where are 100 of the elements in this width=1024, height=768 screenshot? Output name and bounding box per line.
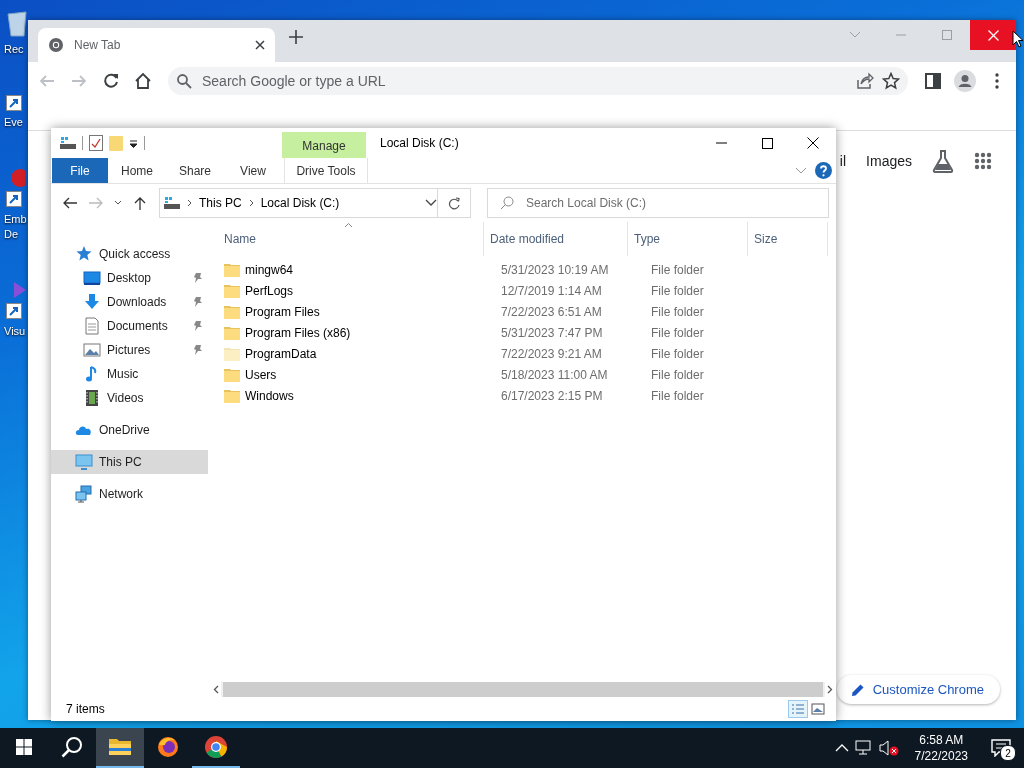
close-icon[interactable] xyxy=(255,40,265,50)
nav-item[interactable]: Music xyxy=(51,362,208,386)
chevron-down-icon xyxy=(849,31,861,39)
nav-link[interactable]: Images xyxy=(866,153,912,169)
file-name[interactable]: PerfLogs xyxy=(245,283,294,298)
scroll-left-icon[interactable] xyxy=(213,685,219,694)
profile-button[interactable] xyxy=(954,70,976,92)
properties-icon[interactable] xyxy=(89,135,103,151)
dropdown-caret-icon[interactable] xyxy=(129,138,138,148)
up-arrow-icon xyxy=(133,196,147,210)
dropdown-chevron-icon[interactable] xyxy=(425,199,437,207)
star-icon xyxy=(75,245,93,263)
browser-tab[interactable]: New Tab xyxy=(38,28,275,62)
pictures-icon xyxy=(83,341,101,359)
expand-ribbon-icon[interactable] xyxy=(795,166,807,175)
pencil-icon xyxy=(850,682,865,697)
ribbon-group-label: Manage xyxy=(282,132,366,158)
nav-item[interactable]: Pictures xyxy=(51,338,208,362)
back-arrow-icon xyxy=(62,196,78,210)
address-bar[interactable]: This PC Local Disk (C:) xyxy=(159,188,471,218)
breadcrumb-item[interactable]: Local Disk (C:) xyxy=(260,196,340,210)
volume-muted-icon[interactable] xyxy=(878,740,899,756)
chevron-right-icon xyxy=(248,199,254,207)
network-icon[interactable] xyxy=(854,740,873,756)
windows-logo-icon xyxy=(16,739,32,755)
refresh-icon[interactable] xyxy=(448,196,460,210)
help-icon[interactable] xyxy=(815,162,832,179)
window-title: Local Disk (C:) xyxy=(379,135,459,152)
date-cell: 12/7/2019 1:14 AM xyxy=(501,283,602,298)
column-header[interactable]: Type xyxy=(628,222,748,256)
side-panel-button[interactable] xyxy=(922,70,944,92)
profile-avatar-icon xyxy=(954,70,976,92)
nav-item[interactable]: Desktop xyxy=(51,266,208,290)
ribbon-tab[interactable]: Share xyxy=(166,158,224,183)
file-name[interactable]: Program Files (x86) xyxy=(245,325,351,340)
flask-icon[interactable] xyxy=(932,149,954,173)
taskbar-app-button[interactable] xyxy=(96,728,144,768)
file-name[interactable]: mingw64 xyxy=(245,262,294,277)
recycle-bin-icon xyxy=(6,8,28,38)
apps-grid-icon[interactable] xyxy=(974,152,992,170)
address-field[interactable]: Search Google or type a URL xyxy=(200,72,848,90)
file-name[interactable]: Windows xyxy=(245,388,294,403)
forward-arrow-icon xyxy=(88,196,104,210)
reload-icon xyxy=(102,72,120,90)
mouse-pointer-icon xyxy=(1012,30,1024,48)
close-icon xyxy=(807,137,819,149)
large-icons-view-icon xyxy=(811,703,825,715)
type-cell: File folder xyxy=(651,346,704,361)
search-box[interactable]: Search Local Disk (C:) xyxy=(487,188,829,218)
close-button[interactable] xyxy=(970,20,1016,50)
large-icons-view-button[interactable] xyxy=(808,700,828,718)
date-cell: 6/17/2023 2:15 PM xyxy=(501,388,603,403)
new-tab-icon[interactable] xyxy=(289,30,303,44)
firefox-icon xyxy=(156,735,180,759)
desktop-icon-label: Visu xyxy=(4,324,26,339)
clock-time[interactable]: 6:58 AM xyxy=(919,732,964,748)
date-cell: 5/31/2023 7:47 PM xyxy=(501,325,603,340)
chevron-up-icon[interactable] xyxy=(834,744,849,752)
ribbon-tab[interactable]: Home xyxy=(108,158,166,183)
nav-item[interactable]: Network xyxy=(51,482,208,506)
nav-item[interactable]: Quick access xyxy=(51,242,208,266)
file-menu-tab[interactable]: File xyxy=(52,158,108,183)
nav-item[interactable]: OneDrive xyxy=(51,418,208,442)
scroll-right-icon[interactable] xyxy=(827,685,833,694)
file-name[interactable]: ProgramData xyxy=(245,346,317,361)
date-cell: 5/18/2023 11:00 AM xyxy=(501,367,608,382)
share-icon[interactable] xyxy=(856,72,874,90)
details-view-icon xyxy=(791,703,805,715)
date-cell: 7/22/2023 6:51 AM xyxy=(501,304,602,319)
film-icon xyxy=(83,389,101,407)
shortcut-icon xyxy=(6,95,22,111)
file-name[interactable]: Users xyxy=(245,367,277,382)
nav-item[interactable]: Downloads xyxy=(51,290,208,314)
notification-button[interactable]: 2 xyxy=(986,733,1016,763)
nav-link[interactable]: il xyxy=(839,153,847,169)
nav-item[interactable]: Documents xyxy=(51,314,208,338)
scrollbar-thumb[interactable] xyxy=(223,682,823,697)
drive-icon xyxy=(60,136,76,150)
sort-caret-icon xyxy=(344,222,353,228)
star-icon[interactable] xyxy=(882,72,900,90)
app-shortcut-icon xyxy=(6,168,26,208)
address-bar[interactable]: Search Google or type a URL xyxy=(168,67,908,95)
file-name[interactable]: Program Files xyxy=(245,304,320,319)
maximize-icon xyxy=(761,137,773,149)
column-header[interactable]: Size xyxy=(748,222,828,256)
computer-icon xyxy=(75,453,93,471)
clock-date[interactable]: 7/22/2023 xyxy=(914,748,968,764)
column-header[interactable]: Name xyxy=(213,222,484,256)
document-icon xyxy=(83,317,101,335)
column-header[interactable]: Date modified xyxy=(484,222,628,256)
search-icon xyxy=(176,73,192,89)
item-count: 7 items xyxy=(66,702,105,716)
customize-button[interactable]: Customize Chrome xyxy=(836,675,1000,704)
notification-count: 2 xyxy=(1000,745,1016,761)
ribbon-tab[interactable]: View xyxy=(224,158,282,183)
chevron-right-icon xyxy=(187,199,192,207)
browser-logo-icon xyxy=(48,37,64,53)
breadcrumb-item[interactable]: This PC xyxy=(199,196,242,210)
nav-item[interactable]: This PC xyxy=(51,450,208,474)
nav-item[interactable]: Videos xyxy=(51,386,208,410)
